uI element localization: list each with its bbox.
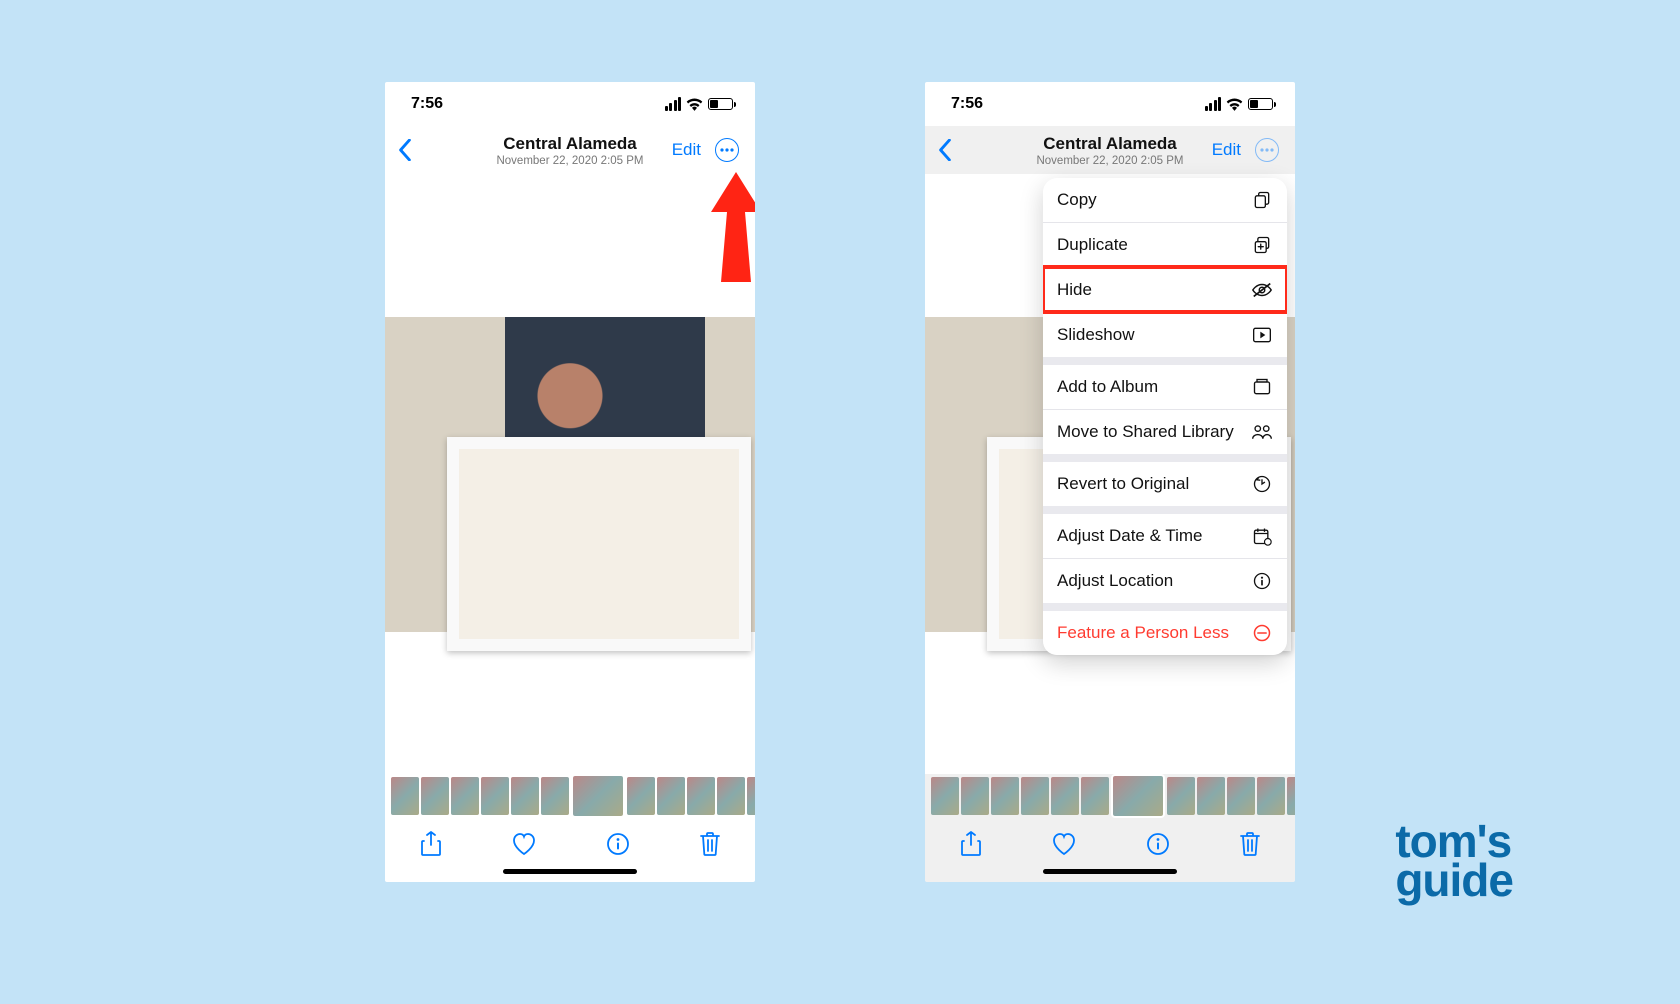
cellular-icon bbox=[665, 97, 682, 111]
copy-icon bbox=[1251, 189, 1273, 211]
revert-icon bbox=[1251, 473, 1273, 495]
duplicate-icon bbox=[1251, 234, 1273, 256]
menu-item-copy[interactable]: Copy bbox=[1043, 178, 1287, 222]
calendar-icon bbox=[1251, 525, 1273, 547]
photo-content bbox=[385, 317, 755, 632]
more-button[interactable] bbox=[715, 138, 739, 162]
menu-item-label: Revert to Original bbox=[1057, 474, 1189, 494]
wifi-icon bbox=[1226, 98, 1243, 111]
info-button[interactable] bbox=[606, 832, 630, 856]
favorite-button[interactable] bbox=[1051, 832, 1077, 856]
toms-guide-logo: tom's guide bbox=[1395, 822, 1513, 900]
menu-item-hide[interactable]: Hide bbox=[1043, 267, 1287, 312]
menu-item-label: Hide bbox=[1057, 280, 1092, 300]
album-icon bbox=[1251, 376, 1273, 398]
menu-item-label: Adjust Date & Time bbox=[1057, 526, 1203, 546]
trash-button[interactable] bbox=[1239, 831, 1261, 857]
back-button[interactable] bbox=[385, 139, 425, 161]
status-bar: 7:56 bbox=[385, 82, 755, 126]
photo-viewport[interactable] bbox=[385, 174, 755, 774]
share-button[interactable] bbox=[960, 831, 982, 857]
menu-item-slideshow[interactable]: Slideshow bbox=[1043, 312, 1287, 357]
home-indicator bbox=[503, 869, 637, 874]
status-time: 7:56 bbox=[411, 95, 443, 113]
thumbnail-strip[interactable] bbox=[925, 774, 1295, 818]
minus-circle-icon bbox=[1251, 622, 1273, 644]
status-bar: 7:56 bbox=[925, 82, 1295, 126]
location-icon bbox=[1251, 570, 1273, 592]
menu-item-label: Slideshow bbox=[1057, 325, 1135, 345]
menu-item-label: Copy bbox=[1057, 190, 1097, 210]
battery-icon bbox=[708, 98, 733, 110]
menu-item-adjust-date[interactable]: Adjust Date & Time bbox=[1043, 514, 1287, 558]
menu-item-move-shared[interactable]: Move to Shared Library bbox=[1043, 409, 1287, 454]
people-icon bbox=[1251, 421, 1273, 443]
back-button[interactable] bbox=[925, 139, 965, 161]
menu-item-adjust-location[interactable]: Adjust Location bbox=[1043, 558, 1287, 603]
nav-bar: Central Alameda November 22, 2020 2:05 P… bbox=[925, 126, 1295, 174]
bottom-toolbar bbox=[385, 818, 755, 870]
more-button[interactable] bbox=[1255, 138, 1279, 162]
hide-icon bbox=[1251, 279, 1273, 301]
menu-item-feature-less[interactable]: Feature a Person Less bbox=[1043, 611, 1287, 655]
cellular-icon bbox=[1205, 97, 1222, 111]
phone-screenshot-right: 7:56 Central Alameda November 22, 2020 2… bbox=[925, 82, 1295, 882]
context-menu: Copy Duplicate Hide Slideshow Add to Alb… bbox=[1043, 178, 1287, 655]
edit-button[interactable]: Edit bbox=[672, 140, 701, 160]
nav-bar: Central Alameda November 22, 2020 2:05 P… bbox=[385, 126, 755, 174]
menu-item-label: Duplicate bbox=[1057, 235, 1128, 255]
menu-item-duplicate[interactable]: Duplicate bbox=[1043, 222, 1287, 267]
info-button[interactable] bbox=[1146, 832, 1170, 856]
slideshow-icon bbox=[1251, 324, 1273, 346]
menu-item-label: Move to Shared Library bbox=[1057, 422, 1234, 442]
menu-item-add-to-album[interactable]: Add to Album bbox=[1043, 365, 1287, 409]
menu-item-revert[interactable]: Revert to Original bbox=[1043, 462, 1287, 506]
battery-icon bbox=[1248, 98, 1273, 110]
logo-line2: guide bbox=[1395, 861, 1513, 900]
menu-item-label: Adjust Location bbox=[1057, 571, 1173, 591]
wifi-icon bbox=[686, 98, 703, 111]
menu-item-label: Add to Album bbox=[1057, 377, 1158, 397]
edit-button[interactable]: Edit bbox=[1212, 140, 1241, 160]
favorite-button[interactable] bbox=[511, 832, 537, 856]
menu-item-label: Feature a Person Less bbox=[1057, 623, 1229, 643]
trash-button[interactable] bbox=[699, 831, 721, 857]
status-time: 7:56 bbox=[951, 95, 983, 113]
phone-screenshot-left: 7:56 Central Alameda November 22, 2020 2… bbox=[385, 82, 755, 882]
bottom-toolbar bbox=[925, 818, 1295, 870]
share-button[interactable] bbox=[420, 831, 442, 857]
thumbnail-strip[interactable] bbox=[385, 774, 755, 818]
